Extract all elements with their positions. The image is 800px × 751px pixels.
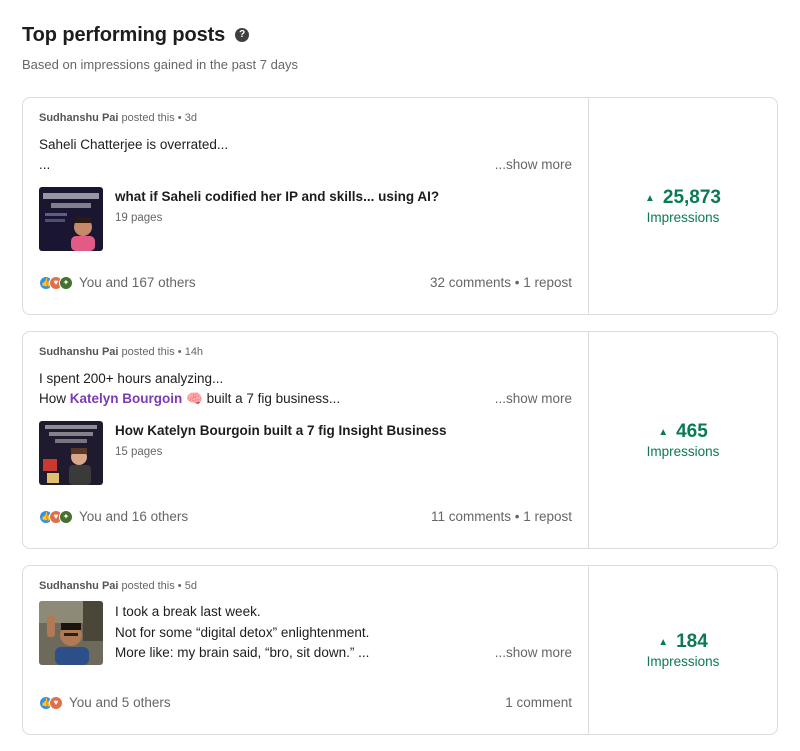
mention-link[interactable]: Katelyn Bourgoin [70, 391, 183, 406]
up-triangle-icon: ▲ [644, 192, 655, 204]
impressions-value: 465 [676, 421, 708, 442]
document-thumbnail[interactable] [39, 187, 103, 251]
comments-reposts-count[interactable]: 32 comments • 1 repost [430, 275, 572, 290]
document-pages: 15 pages [115, 446, 163, 458]
question-circle-icon[interactable]: ? [235, 27, 250, 42]
show-more-link[interactable]: ...show more [495, 157, 572, 172]
post-text-line: How Katelyn Bourgoin 🧠 built a 7 fig bus… [39, 391, 340, 407]
impressions-label: Impressions [646, 654, 720, 669]
post-text-line: I took a break last week. [115, 604, 261, 619]
love-reaction-icon: ♥ [49, 695, 63, 710]
post-author-line: Sudhanshu Pai posted this • 3d [39, 112, 197, 124]
post-card[interactable]: Sudhanshu Pai posted this • 5d I took a … [22, 565, 778, 735]
impressions-panel: ▲ 465 Impressions [589, 332, 777, 548]
reactions-count[interactable]: You and 16 others [79, 509, 188, 524]
show-more-link[interactable]: ...show more [495, 391, 572, 406]
impressions-value: 184 [676, 631, 708, 652]
support-reaction-icon: ✦ [59, 509, 73, 524]
impressions-label: Impressions [646, 210, 720, 225]
post-image-thumbnail[interactable] [39, 601, 103, 665]
post-author-line: Sudhanshu Pai posted this • 14h [39, 346, 203, 358]
post-content[interactable]: Sudhanshu Pai posted this • 3d Saheli Ch… [23, 98, 589, 314]
post-text-line: I spent 200+ hours analyzing... [39, 371, 224, 386]
post-text-suffix: built a 7 fig business... [202, 391, 341, 406]
document-pages: 19 pages [115, 212, 163, 224]
reactions-summary[interactable]: 👍 ♥ ✦ You and 167 others [39, 275, 196, 290]
document-title[interactable]: what if Saheli codified her IP and skill… [115, 189, 439, 204]
up-triangle-icon: ▲ [658, 426, 669, 438]
impressions-label: Impressions [646, 444, 720, 459]
post-text-line: Not for some “digital detox” enlightenme… [115, 625, 370, 640]
reactions-count[interactable]: You and 167 others [79, 275, 196, 290]
up-triangle-icon: ▲ [658, 636, 669, 648]
reactions-summary[interactable]: 👍 ♥ You and 5 others [39, 695, 171, 710]
post-content[interactable]: Sudhanshu Pai posted this • 14h I spent … [23, 332, 589, 548]
post-card[interactable]: Sudhanshu Pai posted this • 14h I spent … [22, 331, 778, 549]
brain-emoji: 🧠 [186, 391, 203, 406]
reactions-count[interactable]: You and 5 others [69, 695, 171, 710]
impressions-panel: ▲ 184 Impressions [589, 566, 777, 734]
author-name[interactable]: Sudhanshu Pai [39, 112, 118, 124]
author-name[interactable]: Sudhanshu Pai [39, 346, 118, 358]
section-header: Top performing posts ? Based on impressi… [22, 24, 298, 72]
document-thumbnail[interactable] [39, 421, 103, 485]
post-author-line: Sudhanshu Pai posted this • 5d [39, 580, 197, 592]
post-text-line: More like: my brain said, “bro, sit down… [115, 645, 370, 660]
post-text-line: Saheli Chatterjee is overrated... [39, 137, 229, 152]
section-title: Top performing posts [22, 24, 226, 46]
show-more-link[interactable]: ...show more [495, 645, 572, 660]
document-title[interactable]: How Katelyn Bourgoin built a 7 fig Insig… [115, 423, 447, 438]
comments-reposts-count[interactable]: 11 comments • 1 repost [431, 509, 572, 524]
support-reaction-icon: ✦ [59, 275, 73, 290]
post-text-line: ... [39, 157, 51, 172]
comments-count[interactable]: 1 comment [505, 695, 572, 710]
section-subtitle: Based on impressions gained in the past … [22, 57, 299, 72]
impressions-panel: ▲ 25,873 Impressions [589, 98, 777, 314]
impressions-value: 25,873 [662, 187, 722, 208]
posted-time: posted this • 5d [121, 580, 197, 592]
post-content[interactable]: Sudhanshu Pai posted this • 5d I took a … [23, 566, 589, 734]
post-card[interactable]: Sudhanshu Pai posted this • 3d Saheli Ch… [22, 97, 778, 315]
reactions-summary[interactable]: 👍 ♥ ✦ You and 16 others [39, 509, 188, 524]
posted-time: posted this • 3d [121, 112, 197, 124]
post-text-prefix: How [39, 391, 70, 406]
posted-time: posted this • 14h [121, 346, 204, 358]
author-name[interactable]: Sudhanshu Pai [39, 580, 118, 592]
